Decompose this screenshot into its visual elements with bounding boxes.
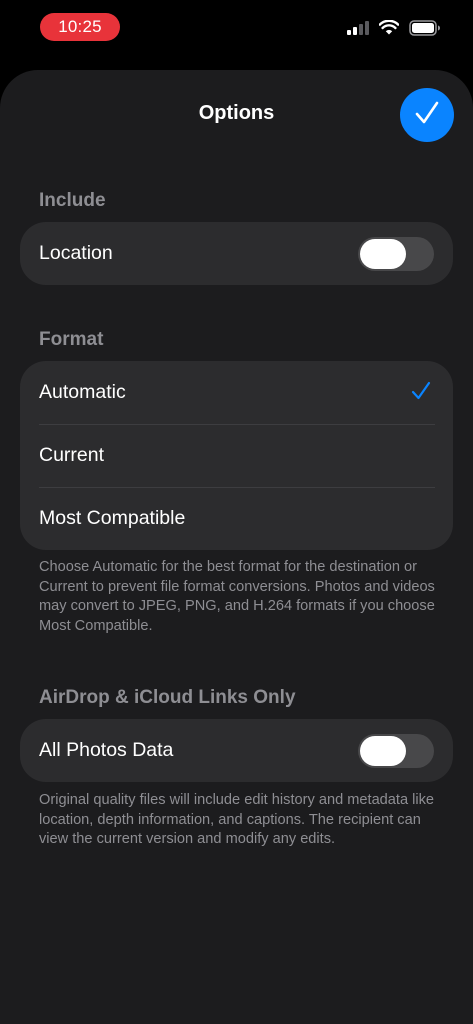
battery-icon bbox=[409, 19, 441, 41]
airdrop-group: All Photos Data bbox=[20, 719, 453, 782]
status-icons bbox=[347, 19, 441, 41]
format-option-most-compatible[interactable]: Most Compatible bbox=[20, 487, 453, 550]
checkmark-icon bbox=[411, 381, 431, 407]
location-row: Location bbox=[20, 222, 453, 285]
airdrop-footer-note: Original quality files will include edit… bbox=[39, 792, 435, 847]
format-option-current[interactable]: Current bbox=[20, 424, 453, 487]
format-option-label: Current bbox=[39, 444, 105, 466]
format-option-label: Most Compatible bbox=[39, 507, 186, 529]
format-option-label: Automatic bbox=[39, 381, 126, 403]
location-label: Location bbox=[39, 242, 113, 264]
wifi-icon bbox=[378, 19, 400, 40]
include-group: Location bbox=[20, 222, 453, 285]
status-bar: 10:25 bbox=[0, 0, 473, 56]
options-sheet: Options Include Location Format Automati… bbox=[0, 70, 473, 1024]
all-photos-data-label: All Photos Data bbox=[39, 739, 174, 761]
format-option-automatic[interactable]: Automatic bbox=[20, 361, 453, 424]
done-button[interactable] bbox=[400, 88, 454, 142]
toggle-knob bbox=[360, 736, 406, 766]
all-photos-data-row: All Photos Data bbox=[20, 719, 453, 782]
section-header-airdrop: AirDrop & iCloud Links Only bbox=[39, 687, 296, 708]
all-photos-data-toggle[interactable] bbox=[358, 734, 434, 768]
format-footer-note: Choose Automatic for the best format for… bbox=[39, 559, 435, 634]
checkmark-icon bbox=[414, 101, 440, 130]
toggle-knob bbox=[360, 239, 406, 269]
location-toggle[interactable] bbox=[358, 237, 434, 271]
section-header-include: Include bbox=[39, 190, 106, 211]
cellular-signal-icon bbox=[347, 20, 369, 40]
section-header-format: Format bbox=[39, 329, 104, 350]
status-time[interactable]: 10:25 bbox=[40, 13, 120, 41]
format-group: Automatic Current Most Compatible bbox=[20, 361, 453, 550]
